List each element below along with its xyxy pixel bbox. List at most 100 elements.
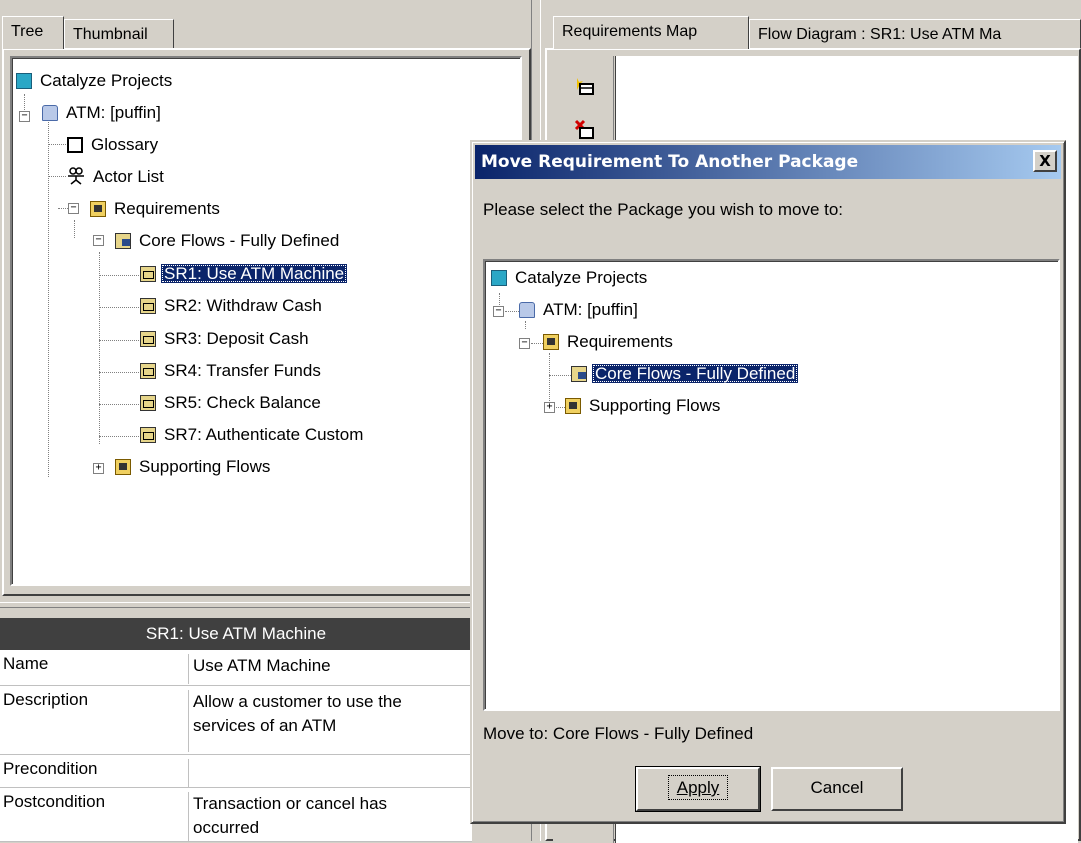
- requirement-icon: [140, 427, 156, 443]
- package-icon: [543, 334, 559, 350]
- tree-node-label: Supporting Flows: [589, 396, 721, 415]
- tree-node-sr5[interactable]: SR5: Check Balance: [140, 390, 324, 416]
- property-key: Name: [3, 654, 49, 673]
- dialog-tree-node-core-flows[interactable]: Core Flows - Fully Defined: [571, 361, 799, 387]
- tree-node-label: Requirements: [567, 332, 673, 351]
- right-tab-requirements-map[interactable]: Requirements Map: [553, 16, 749, 49]
- expand-icon[interactable]: +: [544, 402, 555, 413]
- dialog-tree-node-supporting[interactable]: Supporting Flows: [565, 393, 723, 419]
- collapse-icon[interactable]: −: [19, 111, 30, 122]
- property-row-description[interactable]: Description Allow a customer to use the …: [0, 686, 472, 755]
- requirement-icon: [140, 363, 156, 379]
- tree-panel: − − − + Catalyze Projects ATM: [puffin] …: [2, 48, 531, 596]
- tree-node-sr1[interactable]: SR1: Use ATM Machine: [140, 261, 348, 287]
- collapse-icon[interactable]: −: [68, 203, 79, 214]
- apply-label: Apply: [667, 775, 729, 800]
- tree-line: [505, 311, 519, 312]
- tree-node-glossary[interactable]: Glossary: [67, 132, 161, 158]
- tree-line: [99, 404, 139, 405]
- dialog-title: Move Requirement To Another Package: [481, 152, 859, 172]
- tree-node-project[interactable]: ATM: [puffin]: [42, 100, 164, 126]
- collapse-icon[interactable]: −: [519, 338, 530, 349]
- tree-node-requirements[interactable]: Requirements: [90, 196, 223, 222]
- tree-line: [58, 208, 68, 209]
- expand-icon[interactable]: +: [93, 463, 104, 474]
- flows-package-icon: [571, 366, 587, 382]
- move-to-label: Move to: Core Flows - Fully Defined: [483, 724, 754, 743]
- tree-node-actors[interactable]: Actor List: [67, 164, 167, 190]
- collapse-icon[interactable]: −: [93, 235, 104, 246]
- tree-node-label: Glossary: [91, 135, 159, 154]
- tree-node-supporting[interactable]: Supporting Flows: [115, 454, 273, 480]
- package-icon: [115, 459, 131, 475]
- tree-node-label: Supporting Flows: [139, 457, 271, 476]
- tree-view[interactable]: − − − + Catalyze Projects ATM: [puffin] …: [10, 56, 522, 586]
- dialog-tree-node-project[interactable]: ATM: [puffin]: [519, 297, 641, 323]
- tree-node-sr3[interactable]: SR3: Deposit Cash: [140, 326, 312, 352]
- requirement-icon: [140, 298, 156, 314]
- tree-line: [99, 340, 139, 341]
- left-tab-thumbnail[interactable]: Thumbnail: [64, 19, 174, 49]
- apply-button[interactable]: Apply: [635, 766, 761, 812]
- delete-requirement-icon[interactable]: [573, 118, 594, 139]
- database-icon: [42, 105, 58, 121]
- property-key: Precondition: [3, 759, 98, 778]
- cancel-button[interactable]: Cancel: [771, 767, 903, 811]
- tree-node-label: Requirements: [114, 199, 220, 218]
- property-key: Postcondition: [3, 792, 106, 811]
- requirement-icon: [140, 266, 156, 282]
- property-value[interactable]: Transaction or cancel has occurred: [188, 792, 453, 841]
- project-root-icon: [491, 270, 507, 286]
- right-tab-flow-diagram[interactable]: Flow Diagram : SR1: Use ATM Ma: [749, 19, 1081, 49]
- tree-node-root[interactable]: Catalyze Projects: [16, 68, 175, 94]
- property-row-postcondition[interactable]: Postcondition Transaction or cancel has …: [0, 788, 472, 842]
- tree-node-label: ATM: [puffin]: [543, 300, 638, 319]
- tree-line: [99, 275, 139, 276]
- new-requirement-icon[interactable]: [573, 76, 594, 96]
- tree-node-label: Actor List: [93, 167, 164, 186]
- left-tab-tree[interactable]: Tree: [2, 16, 64, 49]
- tree-node-label: SR3: Deposit Cash: [164, 329, 309, 348]
- tree-node-sr4[interactable]: SR4: Transfer Funds: [140, 358, 324, 384]
- property-value[interactable]: Use ATM Machine: [188, 654, 473, 684]
- property-row-name[interactable]: Name Use ATM Machine: [0, 650, 472, 686]
- dialog-tree-node-root[interactable]: Catalyze Projects: [491, 265, 650, 291]
- project-root-icon: [16, 73, 32, 89]
- tree-node-label: ATM: [puffin]: [66, 103, 161, 122]
- package-tree[interactable]: − − + Catalyze Projects ATM: [puffin] Re…: [483, 259, 1060, 711]
- collapse-icon[interactable]: −: [493, 306, 504, 317]
- move-requirement-dialog: Move Requirement To Another Package X Pl…: [470, 140, 1066, 824]
- tree-line: [74, 220, 75, 238]
- close-button[interactable]: X: [1033, 150, 1057, 172]
- requirement-icon: [140, 395, 156, 411]
- dialog-tree-node-requirements[interactable]: Requirements: [543, 329, 676, 355]
- tree-line: [48, 176, 66, 177]
- requirement-icon: [140, 331, 156, 347]
- tree-node-label: SR7: Authenticate Custom: [164, 425, 364, 444]
- tree-node-sr2[interactable]: SR2: Withdraw Cash: [140, 293, 325, 319]
- package-icon: [565, 398, 581, 414]
- property-row-precondition[interactable]: Precondition: [0, 755, 472, 788]
- tree-line: [99, 252, 100, 444]
- tree-line: [549, 375, 571, 376]
- properties-header: SR1: Use ATM Machine: [0, 618, 472, 650]
- properties-separator[interactable]: [0, 602, 531, 608]
- tree-line: [99, 436, 139, 437]
- tree-node-sr7[interactable]: SR7: Authenticate Custom: [140, 422, 366, 448]
- property-value[interactable]: Allow a customer to use the services of …: [188, 690, 453, 752]
- tree-node-label: Core Flows - Fully Defined: [139, 231, 340, 250]
- tree-node-core-flows[interactable]: Core Flows - Fully Defined: [115, 228, 342, 254]
- tree-node-label: SR4: Transfer Funds: [164, 361, 321, 380]
- property-value[interactable]: [188, 759, 473, 787]
- dialog-titlebar[interactable]: Move Requirement To Another Package X: [475, 145, 1061, 179]
- property-key: Description: [3, 690, 89, 709]
- tree-node-label: Catalyze Projects: [515, 268, 648, 287]
- tree-line: [99, 307, 139, 308]
- tree-node-label: Catalyze Projects: [40, 71, 173, 90]
- database-icon: [519, 302, 535, 318]
- actors-icon: [67, 167, 85, 185]
- document-icon: [67, 137, 83, 153]
- tree-node-label: Core Flows - Fully Defined: [592, 364, 799, 383]
- dialog-prompt: Please select the Package you wish to mo…: [483, 200, 844, 219]
- tree-node-label: SR1: Use ATM Machine: [161, 264, 348, 283]
